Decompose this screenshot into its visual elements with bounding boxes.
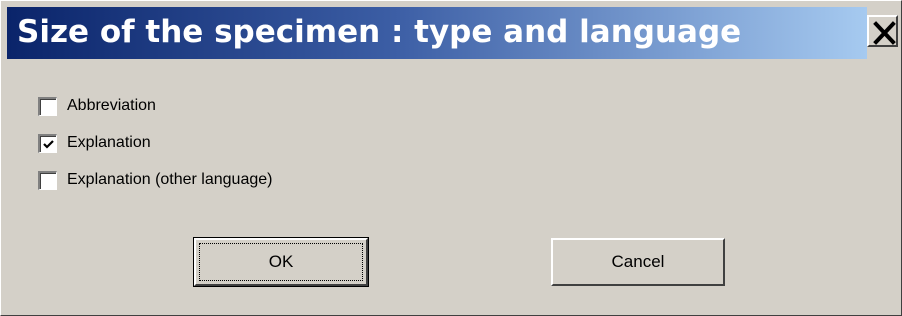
- cancel-button-label: Cancel: [611, 252, 665, 271]
- option-label: Explanation: [67, 134, 151, 151]
- option-abbreviation[interactable]: Abbreviation: [38, 96, 156, 116]
- focus-rectangle: [199, 243, 363, 281]
- dialog-window: Size of the specimen : type and language…: [0, 0, 902, 316]
- title-bar[interactable]: Size of the specimen : type and language: [7, 7, 867, 59]
- option-label: Explanation (other language): [67, 171, 273, 188]
- window-title: Size of the specimen : type and language: [17, 14, 742, 50]
- close-icon: [873, 21, 896, 45]
- checkbox-explanation-other-language[interactable]: [38, 170, 57, 190]
- checkmark-icon: [43, 139, 54, 149]
- checkbox-explanation[interactable]: [38, 133, 57, 153]
- option-explanation[interactable]: Explanation: [38, 133, 151, 153]
- close-button[interactable]: [867, 15, 898, 47]
- option-label: Abbreviation: [67, 97, 156, 114]
- option-explanation-other-language[interactable]: Explanation (other language): [38, 170, 272, 190]
- ok-button[interactable]: OK: [193, 237, 369, 287]
- cancel-button[interactable]: Cancel: [551, 238, 725, 286]
- checkbox-abbreviation[interactable]: [38, 96, 57, 116]
